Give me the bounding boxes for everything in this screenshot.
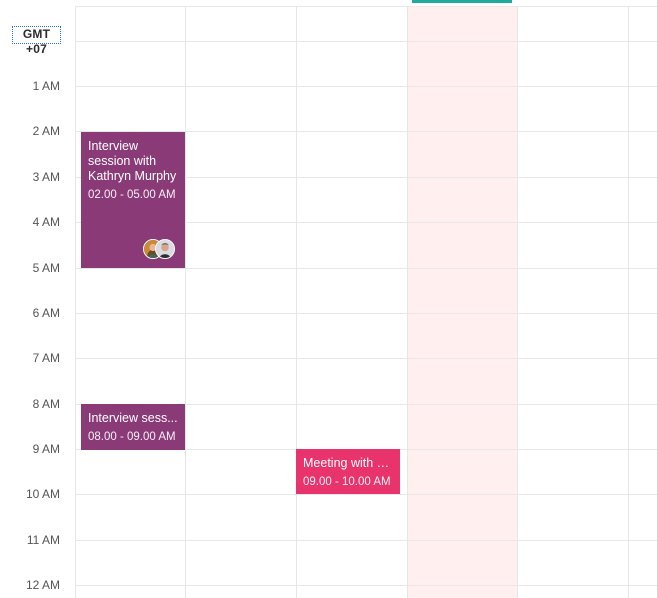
event-card[interactable]: Meeting with s... 09.00 - 10.00 AM xyxy=(296,449,400,494)
hour-label: 9 AM xyxy=(32,442,60,456)
hour-label: 5 AM xyxy=(32,261,60,275)
hour-grid-line xyxy=(75,41,657,42)
day-column-divider xyxy=(628,6,629,598)
hour-label: 2 AM xyxy=(32,124,60,138)
hour-label: 6 AM xyxy=(32,306,60,320)
hour-grid-line xyxy=(75,540,657,541)
hour-label: 10 AM xyxy=(25,487,60,501)
event-title-line: Interview xyxy=(88,139,139,153)
hour-label: 7 AM xyxy=(32,351,60,365)
hour-grid-line xyxy=(75,268,657,269)
calendar-week-view: GMT +07 1 AM 2 AM 3 AM 4 AM 5 AM 6 AM 7 … xyxy=(0,0,657,598)
day-column-divider xyxy=(296,6,297,598)
day-column-divider xyxy=(185,6,186,598)
event-time: 02.00 - 05.00 AM xyxy=(88,189,176,201)
event-title-line: Kathryn Murphy xyxy=(88,169,177,183)
hour-grid-line xyxy=(75,86,657,87)
event-card[interactable]: Interview session with Kathryn Murphy 02… xyxy=(81,132,185,268)
calendar-grid[interactable] xyxy=(75,0,657,598)
grid-line xyxy=(75,6,657,7)
hour-grid-line xyxy=(75,494,657,495)
event-time: 08.00 - 09.00 AM xyxy=(88,431,176,443)
event-title: Interview sess... xyxy=(88,411,178,425)
hour-grid-line xyxy=(75,585,657,586)
day-column-divider xyxy=(407,6,408,598)
hour-label: 4 AM xyxy=(32,215,60,229)
event-title: Meeting with s... xyxy=(303,456,393,470)
hour-label: 12 AM xyxy=(25,578,60,592)
hour-grid-line xyxy=(75,358,657,359)
hour-label: 11 AM xyxy=(26,533,60,547)
person-male-icon xyxy=(156,240,174,258)
timezone-label[interactable]: GMT +07 xyxy=(12,26,61,56)
hour-label: 1 AM xyxy=(32,79,60,93)
hour-label: 8 AM xyxy=(32,397,60,411)
event-card[interactable]: Interview sess... 08.00 - 09.00 AM xyxy=(81,404,185,450)
event-title-line: session with xyxy=(88,154,157,168)
time-gutter: GMT +07 1 AM 2 AM 3 AM 4 AM 5 AM 6 AM 7 … xyxy=(0,0,75,598)
event-time: 09.00 - 10.00 AM xyxy=(303,476,391,488)
avatar[interactable] xyxy=(155,239,175,259)
today-column xyxy=(407,6,517,598)
hour-label: 3 AM xyxy=(32,170,60,184)
event-title: Interview session with Kathryn Murphy xyxy=(88,139,178,184)
hour-grid-line xyxy=(75,313,657,314)
attendee-avatars[interactable] xyxy=(143,239,175,259)
day-column-divider xyxy=(75,6,76,598)
today-indicator xyxy=(412,0,512,3)
day-column-divider xyxy=(517,6,518,598)
